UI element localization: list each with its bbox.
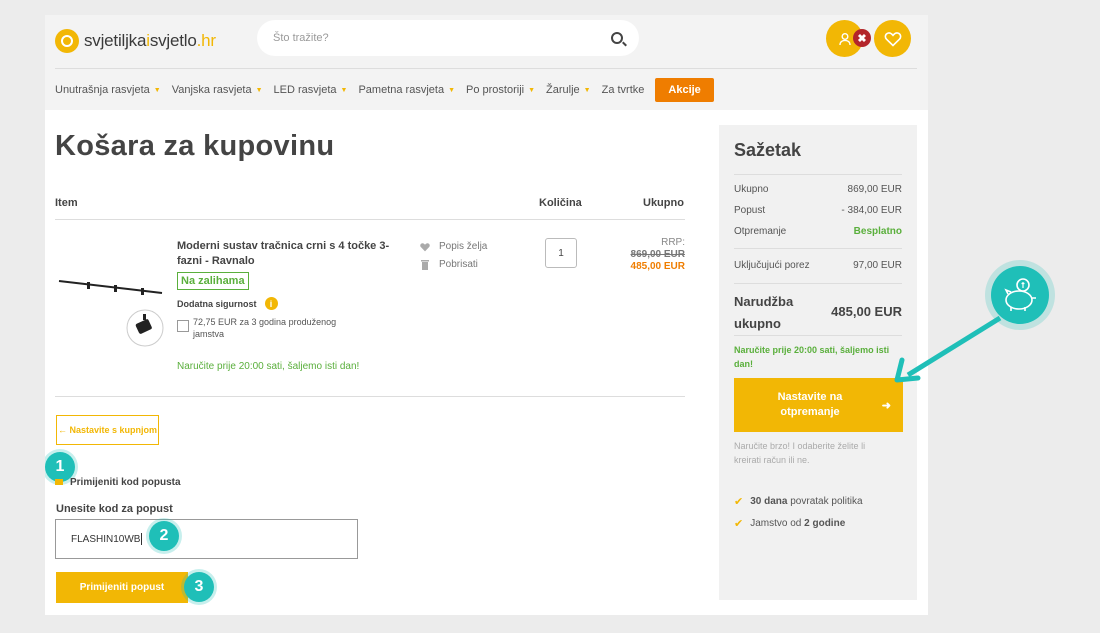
callout-arrow xyxy=(894,315,1002,383)
piggy-bank-icon xyxy=(1004,278,1036,311)
savings-piggy-icon xyxy=(985,260,1055,330)
